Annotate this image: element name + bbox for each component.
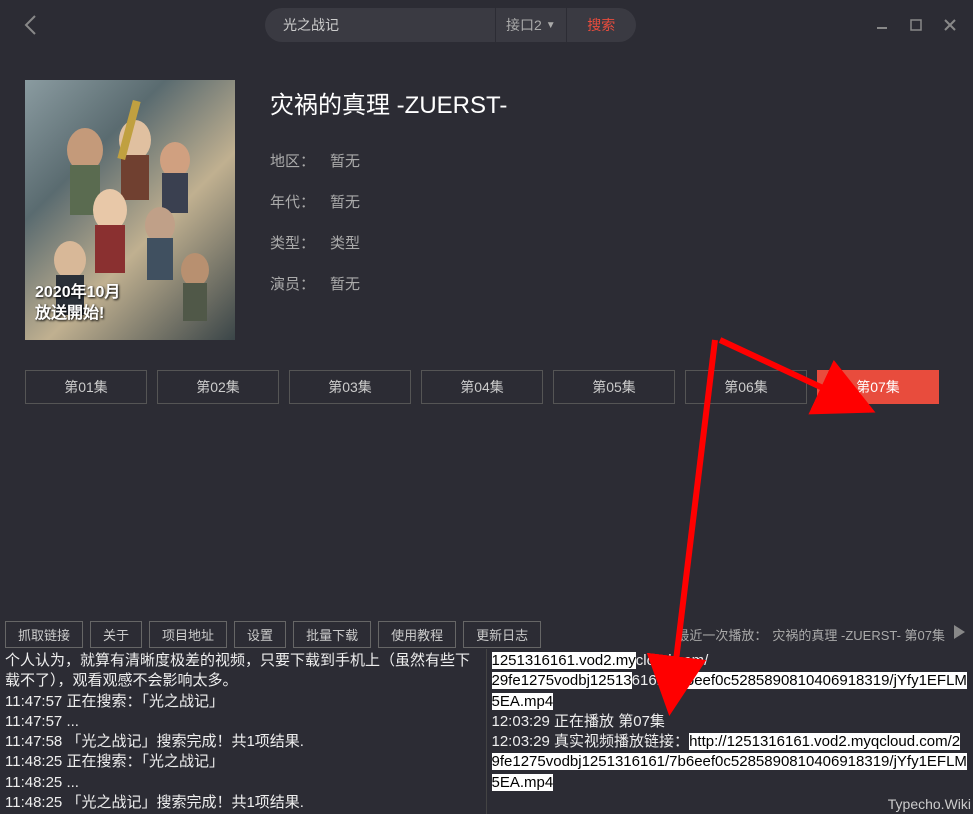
play-icon[interactable] bbox=[950, 623, 968, 646]
info-label: 年代： bbox=[270, 191, 330, 212]
toolbar-button[interactable]: 更新日志 bbox=[463, 621, 541, 648]
info-label: 演员： bbox=[270, 273, 330, 294]
episode-button[interactable]: 第03集 bbox=[289, 370, 411, 404]
watermark: Typecho.Wiki bbox=[888, 796, 971, 812]
log-line: 12:03:29 真实视频播放链接：http://1251316161.vod2… bbox=[492, 732, 969, 793]
info-value: 类型 bbox=[330, 232, 360, 253]
info-row: 年代：暂无 bbox=[270, 191, 953, 212]
search-button[interactable]: 搜索 bbox=[566, 8, 636, 42]
interface-select[interactable]: 接口2 ▼ bbox=[495, 8, 566, 42]
poster-image: 2020年10月 放送開始! bbox=[25, 80, 235, 340]
toolbar-button[interactable]: 抓取链接 bbox=[5, 621, 83, 648]
info-label: 地区： bbox=[270, 150, 330, 171]
info-row: 演员：暂无 bbox=[270, 273, 953, 294]
log-line: 11:47:58 「光之战记」搜索完成！共1项结果. bbox=[5, 732, 481, 752]
interface-label: 接口2 bbox=[506, 15, 542, 35]
log-line: 29fe1275vodbj125136161/7b6eef0c528589081… bbox=[492, 671, 969, 712]
search-input[interactable] bbox=[265, 8, 495, 42]
last-played-label: 最近一次播放： bbox=[676, 625, 767, 644]
back-button[interactable] bbox=[15, 10, 45, 40]
episode-button[interactable]: 第07集 bbox=[817, 370, 939, 404]
poster-tag-line2: 放送開始! bbox=[35, 304, 120, 325]
log-line: 11:47:57 正在搜索：「光之战记」 bbox=[5, 692, 481, 712]
info-value: 暂无 bbox=[330, 273, 360, 294]
maximize-button[interactable] bbox=[908, 17, 924, 33]
log-panel-left: 个人认为，就算有清晰度极差的视频，只要下载到手机上（虽然有些下载不了），观看观感… bbox=[0, 649, 487, 814]
episode-button[interactable]: 第02集 bbox=[157, 370, 279, 404]
log-line: 12:03:29 正在播放 第07集 bbox=[492, 712, 969, 732]
poster-tag-line1: 2020年10月 bbox=[35, 283, 120, 304]
episode-button[interactable]: 第04集 bbox=[421, 370, 543, 404]
toolbar-button[interactable]: 批量下载 bbox=[293, 621, 371, 648]
log-line: 11:48:25 ... bbox=[5, 773, 481, 793]
chevron-down-icon: ▼ bbox=[546, 20, 556, 31]
log-line: 11:48:25 「光之战记」搜索完成！共1项结果. bbox=[5, 793, 481, 813]
last-played-value: 灾祸的真理 -ZUERST- 第07集 bbox=[772, 625, 945, 644]
toolbar-button[interactable]: 关于 bbox=[90, 621, 142, 648]
toolbar-button[interactable]: 使用教程 bbox=[378, 621, 456, 648]
log-line: 11:47:57 ... bbox=[5, 712, 481, 732]
info-row: 类型：类型 bbox=[270, 232, 953, 253]
log-line: 1251316161.vod2.mycloud.com/ bbox=[492, 651, 969, 671]
episode-button[interactable]: 第01集 bbox=[25, 370, 147, 404]
info-label: 类型： bbox=[270, 232, 330, 253]
toolbar-button[interactable]: 设置 bbox=[234, 621, 286, 648]
minimize-button[interactable] bbox=[874, 17, 890, 33]
log-line: 个人认为，就算有清晰度极差的视频，只要下载到手机上（虽然有些下载不了），观看观感… bbox=[5, 651, 481, 692]
log-line: 11:48:25 正在搜索：「光之战记」 bbox=[5, 752, 481, 772]
info-row: 地区：暂无 bbox=[270, 150, 953, 171]
log-panel-right: 1251316161.vod2.mycloud.com/29fe1275vodb… bbox=[487, 649, 973, 814]
toolbar-button[interactable]: 项目地址 bbox=[149, 621, 227, 648]
media-title: 灾祸的真理 -ZUERST- bbox=[270, 85, 953, 120]
info-value: 暂无 bbox=[330, 150, 360, 171]
episode-button[interactable]: 第05集 bbox=[553, 370, 675, 404]
episode-button[interactable]: 第06集 bbox=[685, 370, 807, 404]
info-value: 暂无 bbox=[330, 191, 360, 212]
close-button[interactable] bbox=[942, 17, 958, 33]
